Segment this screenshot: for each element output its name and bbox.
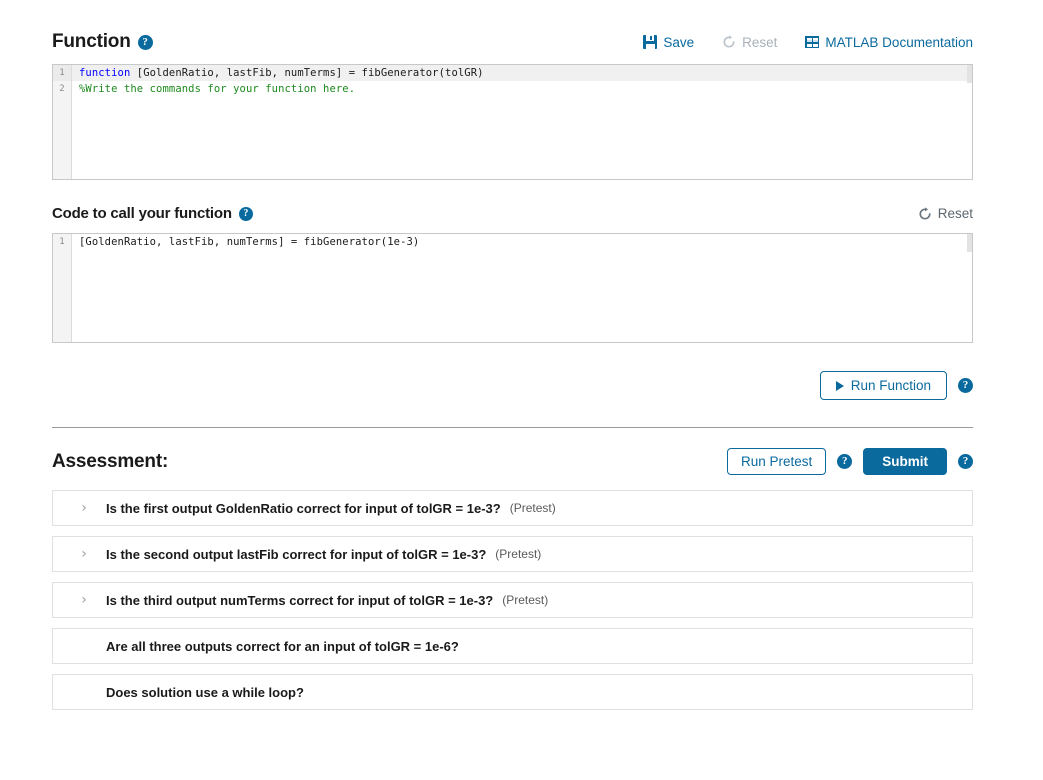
run-function-label: Run Function <box>850 378 931 393</box>
call-help-icon[interactable]: ? <box>238 206 253 221</box>
assessment-row-expandable[interactable]: › Is the second output lastFib correct fo… <box>52 536 973 572</box>
assessment-row-label: Is the third output numTerms correct for… <box>106 592 494 608</box>
code-text: [GoldenRatio, lastFib, numTerms] = fibGe… <box>79 236 420 248</box>
assessment-header: Assessment: Run Pretest ? Submit ? <box>52 448 973 475</box>
assessment-row-tag: (Pretest) <box>495 547 542 561</box>
submit-button[interactable]: Submit <box>863 448 947 475</box>
run-pretest-button[interactable]: Run Pretest <box>726 448 827 475</box>
reset-circular-arrow-icon <box>919 206 931 220</box>
save-button[interactable]: Save <box>643 35 694 50</box>
call-title-group: Code to call your function ? <box>52 205 253 222</box>
assessment-actions: Run Pretest ? Submit ? <box>726 448 973 475</box>
line-number: 2 <box>53 81 72 97</box>
call-editor-gutter <box>53 234 72 342</box>
documentation-grid-icon <box>805 36 820 48</box>
play-triangle-icon <box>835 380 844 391</box>
run-function-help-icon[interactable]: ? <box>958 378 973 393</box>
call-section-header: Code to call your function ? Reset <box>52 205 973 222</box>
function-editor-rows: 1 function [GoldenRatio, lastFib, numTerm… <box>53 65 972 97</box>
code-line: 1 [GoldenRatio, lastFib, numTerms] = fibG… <box>53 234 972 250</box>
line-number: 1 <box>53 65 72 81</box>
assessment-row-expandable[interactable]: › Is the first output GoldenRatio correct… <box>52 490 973 526</box>
matlab-documentation-link[interactable]: MATLAB Documentation <box>805 35 973 50</box>
assessment-row-tag: (Pretest) <box>509 501 556 515</box>
function-editor-scrollbar[interactable] <box>967 65 972 83</box>
code-line: 1 function [GoldenRatio, lastFib, numTerm… <box>53 65 972 81</box>
page-title: Function <box>52 31 131 52</box>
call-editor-scrollbar[interactable] <box>967 234 972 252</box>
chevron-right-icon[interactable]: › <box>75 546 93 562</box>
assessment-row-label: Does solution use a while loop? <box>106 684 304 700</box>
assessment-row-label: Is the first output GoldenRatio correct … <box>106 500 501 516</box>
run-function-row: Run Function ? <box>52 371 973 400</box>
assessment-row-label: Are all three outputs correct for an inp… <box>106 638 459 654</box>
call-section-title: Code to call your function <box>52 205 232 222</box>
code-text: function [GoldenRatio, lastFib, numTerms… <box>79 67 484 79</box>
assessment-row-label: Is the second output lastFib correct for… <box>106 546 487 562</box>
function-title-group: Function ? <box>52 31 153 53</box>
code-text: %Write the commands for your function he… <box>79 83 356 95</box>
run-function-button[interactable]: Run Function <box>819 371 947 400</box>
chevron-right-icon[interactable]: › <box>75 500 93 516</box>
save-label: Save <box>663 34 695 50</box>
matlab-grader-problem-page: Function ? Save Reset MATLAB Documentati… <box>0 0 1043 780</box>
page-content: Function ? Save Reset MATLAB Documentati… <box>52 0 973 720</box>
function-code-editor[interactable]: 1 function [GoldenRatio, lastFib, numTerm… <box>52 64 973 180</box>
function-toolbar: Save Reset MATLAB Documentation <box>643 35 973 50</box>
assessment-row: Are all three outputs correct for an inp… <box>52 628 973 664</box>
chevron-right-icon[interactable]: › <box>75 592 93 608</box>
function-help-icon[interactable]: ? <box>137 34 153 50</box>
line-number: 1 <box>53 234 72 250</box>
submit-label: Submit <box>882 454 928 469</box>
call-editor-rows: 1 [GoldenRatio, lastFib, numTerms] = fibG… <box>53 234 972 250</box>
reset-circular-arrow-icon <box>723 35 735 48</box>
assessment-list: › Is the first output GoldenRatio correct… <box>52 490 973 710</box>
section-divider <box>52 427 973 428</box>
code-line: 2 %Write the commands for your function h… <box>53 81 972 97</box>
function-reset-label: Reset <box>742 34 778 50</box>
call-toolbar: Reset <box>918 206 973 221</box>
call-reset-button[interactable]: Reset <box>918 206 973 221</box>
assessment-row-expandable[interactable]: › Is the third output numTerms correct fo… <box>52 582 973 618</box>
submit-help-icon[interactable]: ? <box>958 454 973 469</box>
function-reset-button[interactable]: Reset <box>722 35 777 50</box>
matlab-documentation-label: MATLAB Documentation <box>825 34 973 50</box>
run-pretest-label: Run Pretest <box>740 454 813 469</box>
call-reset-label: Reset <box>937 206 973 221</box>
assessment-title: Assessment: <box>52 450 169 472</box>
save-floppy-icon <box>643 35 658 49</box>
run-pretest-help-icon[interactable]: ? <box>837 454 853 469</box>
assessment-row: Does solution use a while loop? <box>52 674 973 710</box>
function-section-header: Function ? Save Reset MATLAB Documentati… <box>52 31 973 53</box>
call-code-editor[interactable]: 1 [GoldenRatio, lastFib, numTerms] = fibG… <box>52 233 973 343</box>
assessment-row-tag: (Pretest) <box>502 593 549 607</box>
